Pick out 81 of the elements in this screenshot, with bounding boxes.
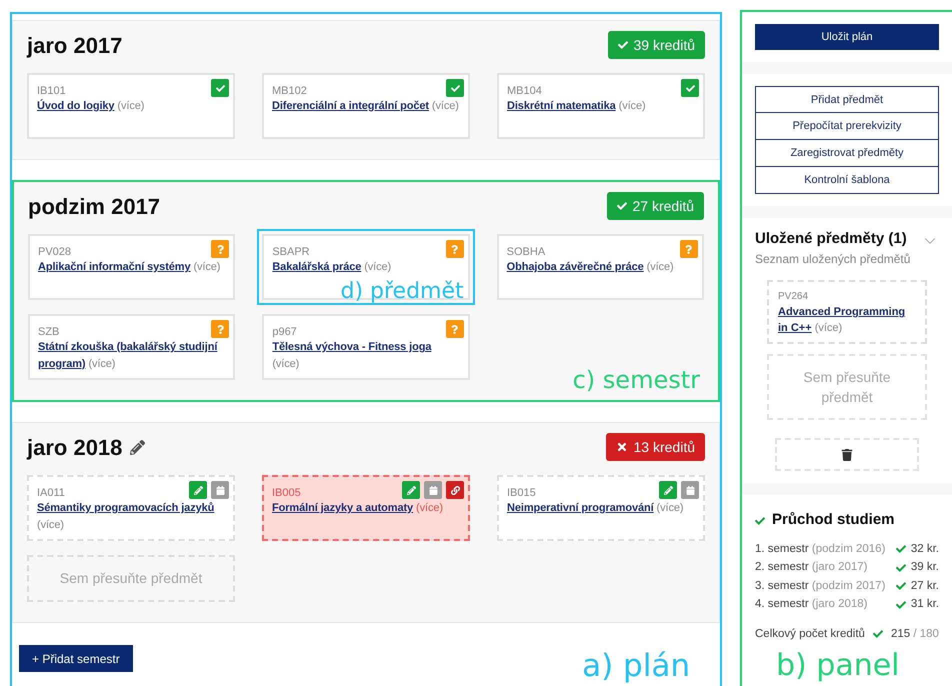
course-link[interactable]: Advanced Programming in C++ (více) <box>778 304 916 336</box>
course-link[interactable]: Diferenciální a integrální počet (více) <box>272 98 460 115</box>
calendar-icon[interactable] <box>681 481 699 499</box>
course-code: PV028 <box>38 245 72 259</box>
semester-title: podzim 2017 <box>28 192 160 221</box>
course-link[interactable]: Obhajoba závěrečné práce (více) <box>506 259 694 276</box>
course-link[interactable]: Neimperativní programování (více) <box>507 500 695 517</box>
question-icon[interactable] <box>211 320 230 338</box>
semester-label: 1. semestr (podzim 2016) <box>755 542 886 557</box>
annotation-label: a) plán <box>582 648 690 684</box>
question-icon[interactable] <box>211 240 230 258</box>
semester-title: jaro 2017 <box>27 32 122 60</box>
annotation-label: c) semestr <box>572 366 700 394</box>
course-link[interactable]: Tělesná výchova - Fitness joga (více) <box>272 339 460 373</box>
course-code: IB015 <box>507 486 536 500</box>
course-card[interactable]: MB104 Diskrétní matematika (více) <box>497 73 705 139</box>
saved-courses-subtitle: Seznam uložených předmětů <box>755 251 910 268</box>
semester-credits: 31 kr. <box>910 597 939 612</box>
action-button[interactable]: Přidat předmět <box>755 86 939 114</box>
check-icon[interactable] <box>211 79 229 97</box>
course-card[interactable]: p967 Tělesná výchova - Fitness joga (více) <box>262 314 470 380</box>
semester-label: 2. semestr (jaro 2017) <box>755 560 869 576</box>
course-card[interactable]: IA011 Sémantiky programovacích jazyků (více) <box>27 475 235 541</box>
semester-credits: 32 kr. <box>910 542 939 557</box>
progress-title: Průchod studiem <box>772 510 895 530</box>
pencil-icon[interactable] <box>402 481 420 499</box>
total-credits-value: 215 / 180 <box>890 626 939 642</box>
calendar-icon[interactable] <box>424 481 442 499</box>
course-code: p967 <box>272 325 297 339</box>
credits-badge: 13 kreditů <box>606 433 705 461</box>
course-link[interactable]: Bakalářská práce (více) <box>272 259 460 276</box>
action-button[interactable]: Zaregistrovat předměty <box>755 140 939 168</box>
course-link[interactable]: Formální jazyky a automaty (více) <box>272 500 460 517</box>
annotation-label: b) panel <box>776 650 900 682</box>
trash-icon <box>841 448 853 461</box>
course-code: IB101 <box>37 84 66 98</box>
course-card[interactable]: MB102 Diferenciální a integrální počet (více) <box>262 73 470 139</box>
pencil-icon[interactable] <box>130 440 146 454</box>
question-icon[interactable] <box>446 240 464 258</box>
question-icon[interactable] <box>680 240 698 258</box>
course-card[interactable]: IB005 Formální jazyky a automaty (více) <box>262 475 470 541</box>
saved-courses-title: Uložené předměty (1) <box>755 230 907 248</box>
link-icon[interactable] <box>446 481 464 499</box>
semester-label: 4. semestr (jaro 2018) <box>755 597 869 612</box>
course-card[interactable]: IB015 Neimperativní programování (více) <box>497 475 705 541</box>
semester-title: jaro 2018 <box>27 434 122 462</box>
course-code: IA011 <box>37 486 65 500</box>
course-code: SZB <box>38 325 60 339</box>
course-link[interactable]: Sémantiky programovacích jazyků (více) <box>37 500 225 534</box>
course-code: SOBHA <box>506 245 546 259</box>
course-link[interactable]: Úvod do logiky (více) <box>37 98 225 115</box>
credits-badge: 27 kreditů <box>606 192 704 220</box>
course-card[interactable]: PV028 Aplikační informační systémy (více) <box>28 234 236 300</box>
course-code: PV264 <box>778 290 808 304</box>
check-icon[interactable] <box>446 79 464 97</box>
semester-credits: 27 kr. <box>910 578 939 594</box>
question-icon[interactable] <box>446 320 464 338</box>
check-icon[interactable] <box>681 79 699 97</box>
save-plan-button[interactable]: Uložit plán <box>755 24 939 50</box>
calendar-icon[interactable] <box>211 481 229 499</box>
course-link[interactable]: Aplikační informační systémy (více) <box>38 259 226 276</box>
course-code: SBAPR <box>272 245 310 259</box>
semester-label: 3. semestr (podzim 2017) <box>755 578 886 594</box>
course-card[interactable]: SOBHA Obhajoba závěrečné práce (více) <box>496 234 704 300</box>
total-credits-label: Celkový počet kreditů <box>755 626 865 642</box>
course-code: MB102 <box>272 84 307 98</box>
pencil-icon[interactable] <box>659 481 677 499</box>
action-button[interactable]: Kontrolní šablona <box>755 167 939 194</box>
semester-credits: 39 kr. <box>910 560 939 576</box>
course-link[interactable]: Diskrétní matematika (více) <box>507 98 695 115</box>
action-button[interactable]: Přepočítat prerekvizity <box>755 113 939 140</box>
course-card[interactable]: SZB Státní zkouška (bakalářský studijní program) (více) <box>28 314 236 380</box>
credits-badge: 39 kreditů <box>608 31 705 59</box>
course-card[interactable]: IB101 Úvod do logiky (více) <box>27 73 235 139</box>
course-card[interactable]: PV264 Advanced Programming in C++ (více) <box>767 280 927 344</box>
add-semester-button[interactable]: + Přidat semestr <box>19 645 133 672</box>
course-code: IB005 <box>272 486 301 500</box>
course-code: MB104 <box>507 84 542 98</box>
pencil-icon[interactable] <box>189 481 207 499</box>
course-link[interactable]: Státní zkouška (bakalářský studijní program) (více) <box>38 339 226 373</box>
trash-drop-zone[interactable] <box>775 438 919 472</box>
